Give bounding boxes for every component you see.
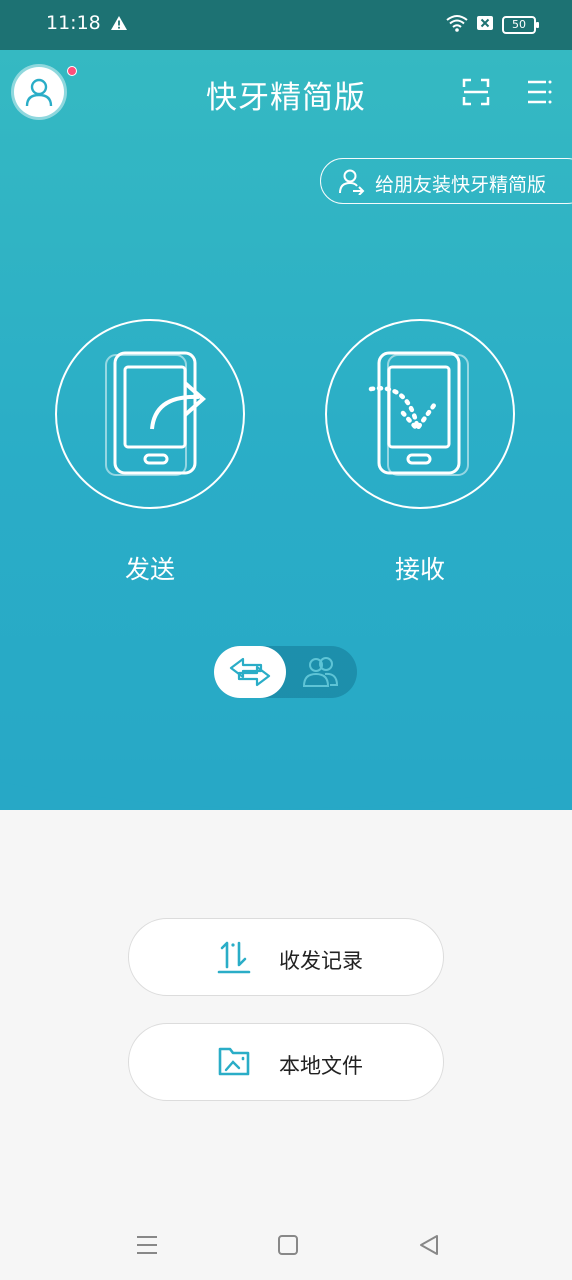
no-sim-icon [476,14,494,36]
warning-icon [110,15,128,35]
receive-label: 接收 [394,555,445,584]
add-user-icon [339,169,365,195]
status-bar: 11:18 50 [0,0,572,50]
app-screen: 11:18 50 快牙精简版 给朋友装快牙精简版 发送 接收 收发记录 本地文件 [0,0,572,1280]
home-icon[interactable] [277,1234,299,1256]
invite-label: 给朋友装快牙精简版 [375,174,547,196]
back-icon[interactable] [418,1234,440,1256]
records-icon [217,941,251,974]
receive-button[interactable] [325,319,515,509]
transfer-records-button[interactable]: 收发记录 [128,918,444,996]
records-label: 收发记录 [279,949,363,973]
recent-apps-icon[interactable] [136,1235,158,1255]
mode-toggle[interactable] [214,646,357,698]
scan-icon[interactable] [462,78,490,110]
phone-receive-icon [368,351,469,476]
status-time: 11:18 [46,12,101,34]
group-icon[interactable] [302,656,339,692]
files-label: 本地文件 [279,1054,363,1078]
navigation-bar [0,1210,572,1280]
hero-curve [0,760,572,809]
phone-send-icon [105,351,207,476]
send-button[interactable] [55,319,245,509]
transfer-icon [229,657,271,687]
invite-friend-button[interactable]: 给朋友装快牙精简版 [320,158,572,204]
battery-icon: 50 [502,16,539,34]
folder-icon [218,1047,250,1076]
mode-toggle-transfer[interactable] [214,646,286,698]
send-label: 发送 [124,555,175,584]
menu-icon[interactable] [526,79,552,109]
local-files-button[interactable]: 本地文件 [128,1023,444,1101]
wifi-icon [446,14,468,36]
status-icons: 50 [446,14,539,36]
